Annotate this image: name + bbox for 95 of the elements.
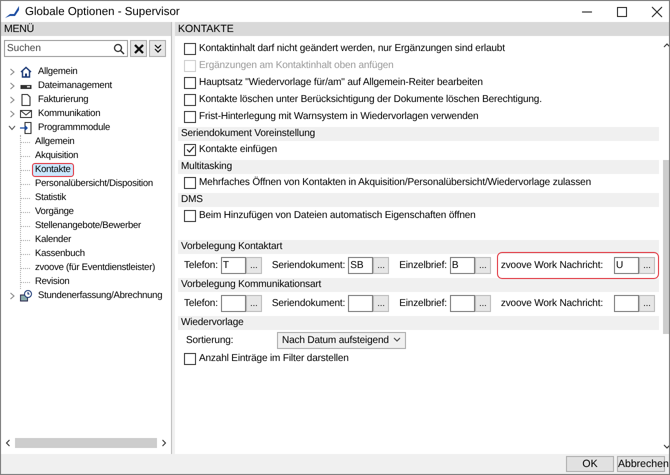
group-title: Seriendokument Voreinstellung: [178, 127, 659, 141]
clear-button[interactable]: [130, 40, 147, 57]
group-title: Vorbelegung Kontaktart: [178, 240, 659, 254]
scroll-down-icon[interactable]: [663, 444, 669, 450]
browse-button[interactable]: ...: [373, 256, 390, 274]
group-title: Vorbelegung Kommunikationsart: [178, 278, 659, 292]
checkbox-label: Beim Hinzufügen von Dateien automatisch Eigenschaften öffnen: [199, 210, 476, 221]
house-icon: [20, 66, 32, 78]
tree-item[interactable]: Kommunikation: [35, 107, 104, 121]
field-label: Seriendokument:: [272, 260, 346, 270]
tree-item[interactable]: Vorgänge: [32, 205, 77, 219]
group-title: Multitasking: [178, 160, 659, 174]
tree-item[interactable]: Revision: [32, 275, 72, 289]
checkbox-label: Ergänzungen am Kontaktinhalt oben anfügen: [199, 60, 394, 71]
sort-dropdown[interactable]: Nach Datum aufsteigend: [277, 332, 406, 348]
close-icon: [134, 44, 144, 54]
field-label: zvoove Work Nachricht:: [500, 260, 603, 270]
scroll-right-icon[interactable]: [161, 439, 167, 447]
input-field[interactable]: [450, 294, 475, 312]
window-title: Globale Optionen - Supervisor: [25, 6, 180, 18]
input-field[interactable]: U: [614, 256, 639, 274]
tree-item[interactable]: Programmmodule: [35, 121, 113, 135]
search-icon: [113, 43, 125, 55]
tree-item[interactable]: Dateimanagement: [35, 79, 115, 93]
checkbox[interactable]: [184, 42, 196, 54]
menu-header: MENÜ: [1, 22, 171, 36]
tree-item[interactable]: Stundenerfassung/Abrechnung: [35, 289, 166, 303]
checkbox[interactable]: [184, 352, 196, 364]
tree-item[interactable]: Allgemein: [35, 65, 80, 79]
tree-item[interactable]: Akquisition: [32, 149, 82, 163]
envelope-icon: [20, 108, 32, 120]
search-field[interactable]: Suchen: [4, 40, 128, 57]
field-label: zvoove Work Nachricht:: [500, 298, 603, 308]
checkbox[interactable]: [184, 110, 196, 122]
input-field[interactable]: [220, 294, 246, 312]
tree-item[interactable]: Kalender: [32, 233, 74, 247]
chevron-down-icon: [392, 337, 401, 343]
field-label: Einzelbrief:: [399, 298, 447, 308]
input-field[interactable]: SB: [348, 256, 374, 274]
close-button[interactable]: [651, 6, 663, 18]
ok-button[interactable]: OK: [566, 456, 614, 472]
expand-chevron-icon[interactable]: [8, 68, 16, 76]
input-field[interactable]: T: [220, 256, 246, 274]
tree-item[interactable]: Allgemein: [32, 135, 78, 149]
expand-chevron-icon[interactable]: [8, 82, 16, 90]
field-label: Telefon:: [184, 260, 218, 270]
scroll-left-icon[interactable]: [5, 439, 11, 447]
tree-item[interactable]: Personalübersicht/Disposition: [32, 177, 156, 191]
scroll-up-icon[interactable]: [663, 42, 669, 48]
browse-button[interactable]: ...: [373, 294, 390, 312]
checkbox-label: Anzahl Einträge im Filter darstellen: [199, 353, 349, 364]
document-icon: [20, 94, 32, 106]
clock-icon: [20, 290, 32, 302]
checkbox[interactable]: [184, 76, 196, 88]
checkbox[interactable]: [184, 210, 196, 222]
expand-all-button[interactable]: [149, 40, 166, 57]
checkbox[interactable]: [184, 176, 196, 188]
group-title: DMS: [178, 193, 659, 207]
browse-button[interactable]: ...: [474, 256, 491, 274]
maximize-button[interactable]: [616, 6, 628, 18]
input-field[interactable]: [348, 294, 374, 312]
input-field[interactable]: B: [450, 256, 475, 274]
tree-item[interactable]: Statistik: [32, 191, 70, 205]
checkbox-label: Hauptsatz "Wiedervorlage für/am" auf Allgemein-Reiter bearbeiten: [199, 77, 483, 88]
checkbox-label: Kontakte löschen unter Berücksichtigung der Dokumente löschen Berechtigung.: [199, 94, 542, 105]
browse-button[interactable]: ...: [474, 294, 491, 312]
checkbox-label: Kontaktinhalt darf nicht geändert werden, nur Ergänzungen sind erlaubt: [199, 43, 505, 54]
field-label: Telefon:: [184, 298, 218, 308]
field-label: Seriendokument:: [272, 298, 346, 308]
tree-item[interactable]: Kontakte: [32, 163, 74, 177]
field-label: Sortierung:: [186, 334, 234, 346]
checkbox-label: Mehrfaches Öffnen von Kontakten in Akquisition/Personalübersicht/Wiedervorlage zulassen: [199, 177, 591, 188]
tree-item[interactable]: Stellenangebote/Bewerber: [32, 219, 144, 233]
browse-button[interactable]: ...: [638, 294, 655, 312]
collapse-chevron-icon[interactable]: [8, 124, 16, 132]
double-chevron-icon: [152, 44, 162, 54]
checkbox[interactable]: [184, 94, 196, 106]
tree-item[interactable]: Kassenbuch: [32, 247, 88, 261]
group-title: Wiedervorlage: [178, 316, 659, 330]
app-logo-icon: [5, 6, 19, 18]
module-icon: [20, 122, 32, 134]
expand-chevron-icon[interactable]: [8, 110, 16, 118]
expand-chevron-icon[interactable]: [8, 292, 16, 300]
checkbox-label: Frist-Hinterlegung mit Warnsystem in Wiedervorlagen verwenden: [199, 111, 478, 122]
input-field[interactable]: [614, 294, 639, 312]
expand-chevron-icon[interactable]: [8, 96, 16, 104]
tree-item[interactable]: zvoove (für Eventdienstleister): [32, 261, 158, 275]
browse-button[interactable]: ...: [246, 256, 262, 274]
section-header: KONTAKTE: [175, 22, 669, 36]
browse-button[interactable]: ...: [246, 294, 262, 312]
tree-item[interactable]: Fakturierung: [35, 93, 92, 107]
checkbox[interactable]: [184, 144, 196, 156]
browse-button[interactable]: ...: [638, 256, 655, 274]
checkbox-label: Kontakte einfügen: [199, 144, 278, 155]
field-label: Einzelbrief:: [399, 260, 447, 270]
